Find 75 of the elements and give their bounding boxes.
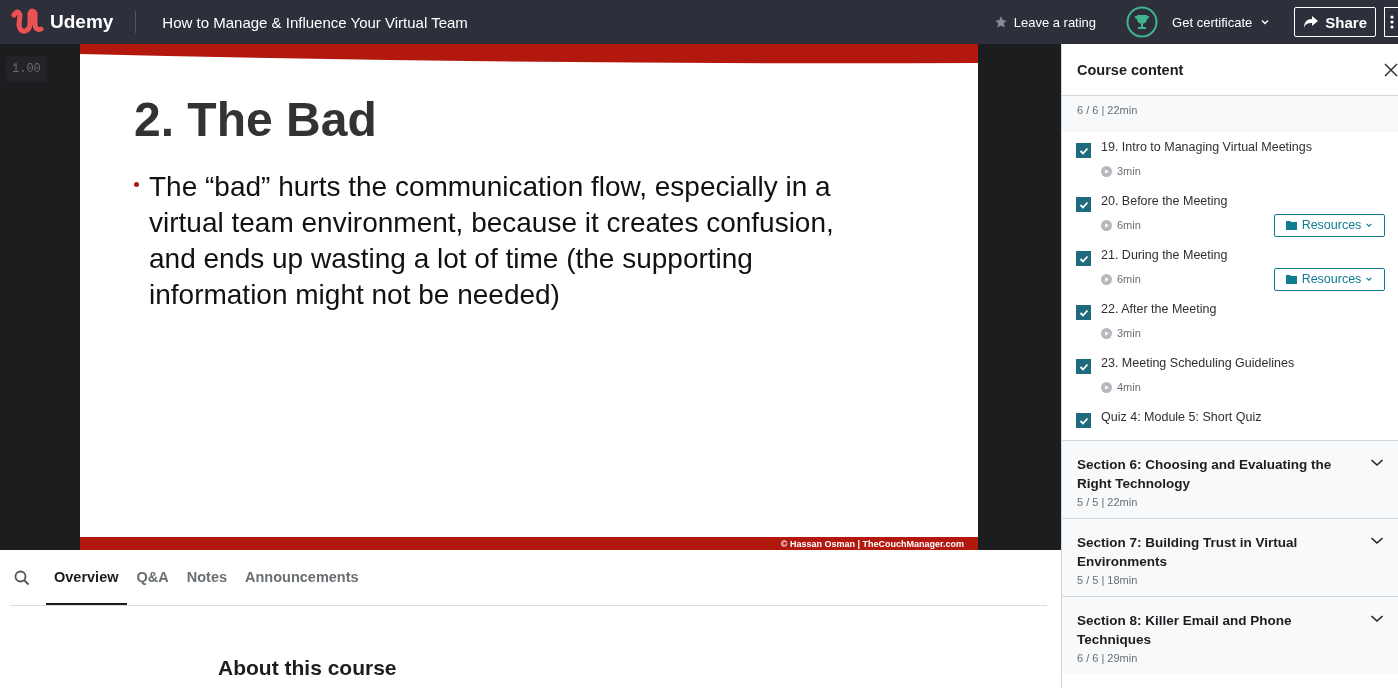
section-header[interactable]: Section 8: Killer Email and Phone Techniques 6 / 6 | 29min: [1062, 596, 1398, 674]
lesson-title: 23. Meeting Scheduling Guidelines: [1101, 356, 1296, 370]
bullet-dot: [134, 182, 139, 187]
checkmark-icon: [1078, 145, 1089, 156]
logo-icon[interactable]: [10, 7, 44, 37]
lesson-duration: 6min: [1117, 219, 1141, 231]
lesson-title: Quiz 4: Module 5: Short Quiz: [1101, 410, 1263, 424]
section-header[interactable]: 6 / 6 | 22min: [1062, 96, 1398, 132]
chevron-down-icon: [1365, 275, 1374, 283]
section-header[interactable]: Section 7: Building Trust in Virtual Environments 5 / 5 | 18min: [1062, 518, 1398, 596]
checkbox[interactable]: [1076, 251, 1091, 266]
checkmark-icon: [1078, 361, 1089, 372]
lesson-title: 22. After the Meeting: [1101, 302, 1218, 316]
slide-bullet-text: The “bad” hurts the communication flow, especially in a virtual team environment, because it creates confusion, and ends up wasting a lot of time (the supporting information might not be needed): [149, 170, 835, 312]
section-summary: 5 / 5 | 18min: [1077, 574, 1139, 586]
checkmark-icon: [1078, 415, 1089, 426]
lesson-title: 20. Before the Meeting: [1101, 194, 1229, 208]
lesson-item[interactable]: 20. Before the Meeting 6min Resources: [1062, 186, 1398, 240]
lesson-item[interactable]: 23. Meeting Scheduling Guidelines 4min: [1062, 348, 1398, 402]
lesson-item[interactable]: 19. Intro to Managing Virtual Meetings 3min: [1062, 132, 1398, 186]
checkmark-icon: [1078, 253, 1089, 264]
section-heading: About this course: [218, 656, 398, 680]
checkmark-icon: [1078, 199, 1089, 210]
lesson-duration: 6min: [1117, 273, 1141, 285]
get-certificate-button[interactable]: Get certificate: [1166, 13, 1277, 31]
search-icon[interactable]: [14, 569, 30, 586]
lesson-item[interactable]: 22. After the Meeting 3min: [1062, 294, 1398, 348]
section-summary: 6 / 6 | 29min: [1077, 652, 1139, 664]
chevron-down-icon: [1365, 221, 1374, 229]
share-arrow-icon: [1303, 15, 1320, 29]
share-button[interactable]: Share: [1294, 7, 1376, 37]
checkbox[interactable]: [1076, 143, 1091, 158]
folder-icon: [1285, 220, 1298, 230]
checkbox[interactable]: [1076, 197, 1091, 212]
lesson-duration: 4min: [1117, 381, 1141, 393]
panel-title: Course content: [1077, 61, 1184, 78]
kebab-icon: [1389, 15, 1394, 29]
tab[interactable]: Notes: [178, 550, 236, 605]
play-icon: [1101, 165, 1112, 177]
play-icon: [1101, 219, 1112, 231]
lesson-title: 21. During the Meeting: [1101, 248, 1229, 262]
play-icon: [1101, 381, 1112, 393]
checkbox[interactable]: [1076, 413, 1091, 428]
section-title: Section 6: Choosing and Evaluating the Right Technology: [1077, 456, 1333, 493]
lesson-item[interactable]: Quiz 4: Module 5: Short Quiz: [1062, 402, 1398, 440]
folder-icon: [1285, 274, 1298, 284]
close-icon[interactable]: [1384, 62, 1398, 77]
section-header[interactable]: Section 6: Choosing and Evaluating the Right Technology 5 / 5 | 22min: [1062, 440, 1398, 518]
logo-text[interactable]: Udemy: [50, 11, 114, 33]
lesson-item[interactable]: 21. During the Meeting 6min Resources: [1062, 240, 1398, 294]
tab[interactable]: Q&A: [128, 550, 177, 605]
lesson-duration: 3min: [1117, 165, 1141, 177]
star-icon: [993, 15, 1008, 29]
slide-copyright: © Hassan Osman | TheCouchManager.com: [780, 538, 964, 549]
chevron-down-icon: [1260, 17, 1271, 27]
resources-button[interactable]: Resources: [1274, 213, 1385, 237]
checkbox[interactable]: [1076, 305, 1091, 320]
section-summary: 6 / 6 | 22min: [1077, 104, 1138, 116]
play-icon: [1101, 273, 1112, 285]
tab[interactable]: Announcements: [237, 550, 367, 605]
slide-title: 2. The Bad: [134, 92, 378, 147]
section-title: Section 7: Building Trust in Virtual Environments: [1077, 534, 1299, 571]
lesson-duration: 3min: [1117, 327, 1141, 339]
lesson-title: 19. Intro to Managing Virtual Meetings: [1101, 140, 1313, 154]
checkmark-icon: [1078, 307, 1089, 318]
tab[interactable]: Overview: [46, 550, 127, 605]
trophy-icon: [1126, 6, 1159, 38]
leave-rating-button[interactable]: Leave a rating: [987, 13, 1103, 31]
section-summary: 5 / 5 | 22min: [1077, 496, 1139, 508]
resources-button[interactable]: Resources: [1274, 267, 1385, 291]
section-title: Section 8: Killer Email and Phone Techniques: [1077, 612, 1293, 649]
play-icon: [1101, 327, 1112, 339]
course-title[interactable]: How to Manage & Influence Your Virtual Team: [162, 13, 468, 31]
checkbox[interactable]: [1076, 359, 1091, 374]
more-options-button[interactable]: [1384, 7, 1398, 37]
